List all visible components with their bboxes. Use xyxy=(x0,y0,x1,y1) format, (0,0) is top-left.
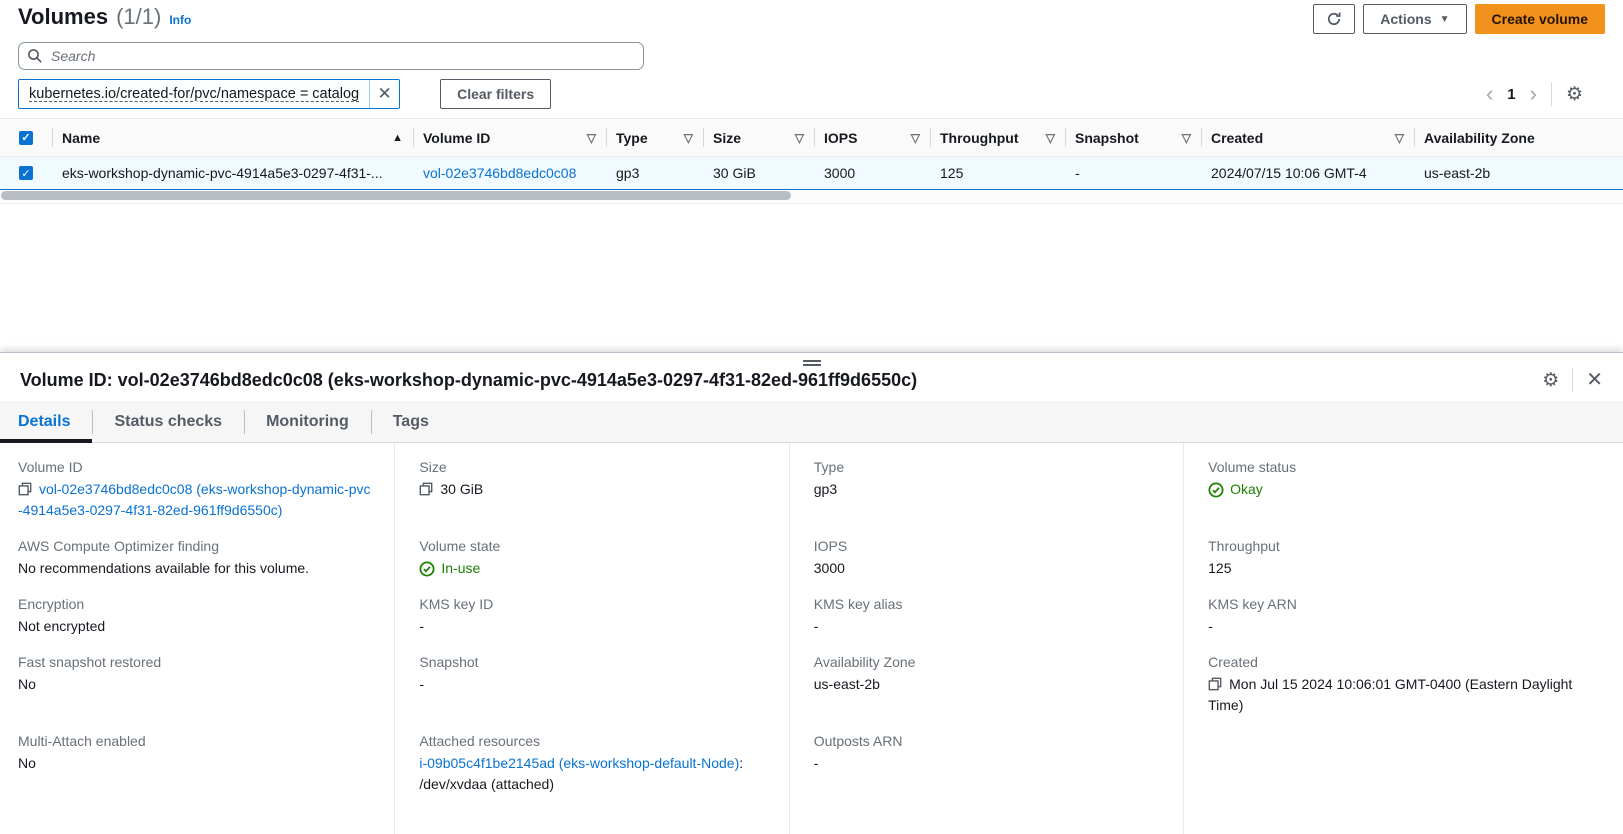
field-volume-state: Volume state In-use xyxy=(419,536,768,594)
clear-filters-button[interactable]: Clear filters xyxy=(440,79,551,109)
field-compute-optimizer: AWS Compute Optimizer finding No recomme… xyxy=(18,536,374,594)
field-size: Size 30 GiB xyxy=(419,457,768,536)
filter-tag-label: kubernetes.io/created-for/pvc/namespace … xyxy=(19,80,369,108)
status-ok-icon xyxy=(419,561,435,577)
column-header-type[interactable]: Type▽ xyxy=(606,119,703,157)
page-number[interactable]: 1 xyxy=(1507,86,1515,103)
column-header-name[interactable]: Name▲ xyxy=(52,119,413,157)
column-header-size[interactable]: Size▽ xyxy=(703,119,814,157)
sort-ascending-icon: ▲ xyxy=(392,132,403,144)
row-checkbox[interactable]: ✓ xyxy=(19,166,33,180)
details-content: Volume ID vol-02e3746bd8edc0c08 (eks-wor… xyxy=(0,443,1623,834)
attached-device: /dev/xvdaa (attached) xyxy=(419,774,768,795)
page-title: Volumes xyxy=(18,4,108,30)
volume-id-link[interactable]: vol-02e3746bd8edc0c08 xyxy=(423,165,576,181)
refresh-icon xyxy=(1326,11,1342,27)
actions-button[interactable]: Actions ▼ xyxy=(1363,4,1466,34)
filter-tag-remove-icon[interactable]: ✕ xyxy=(369,80,399,108)
panel-preferences-gear-icon[interactable]: ⚙ xyxy=(1542,371,1559,390)
status-ok-icon xyxy=(1208,482,1224,498)
cell-snapshot: - xyxy=(1065,157,1201,190)
field-throughput: Throughput 125 xyxy=(1208,536,1603,594)
field-availability-zone: Availability Zone us-east-2b xyxy=(814,652,1163,731)
horizontal-scrollbar[interactable] xyxy=(0,191,1623,204)
refresh-button[interactable] xyxy=(1313,4,1355,34)
panel-tabs: Details Status checks Monitoring Tags xyxy=(0,401,1623,443)
chevron-right-icon[interactable]: › xyxy=(1530,83,1537,105)
field-type: Type gp3 xyxy=(814,457,1163,536)
cell-size: 30 GiB xyxy=(703,157,814,190)
created-value: Mon Jul 15 2024 10:06:01 GMT-0400 (Easte… xyxy=(1208,676,1572,713)
column-header-volume-id[interactable]: Volume ID▽ xyxy=(413,119,606,157)
cell-availability-zone: us-east-2b xyxy=(1414,157,1623,190)
header-actions: Actions ▼ Create volume xyxy=(1313,4,1605,34)
cell-type: gp3 xyxy=(606,157,703,190)
filter-tag: kubernetes.io/created-for/pvc/namespace … xyxy=(18,79,400,109)
field-snapshot: Snapshot - xyxy=(419,652,768,731)
search-icon xyxy=(27,48,43,64)
tab-monitoring[interactable]: Monitoring xyxy=(244,401,371,442)
field-iops: IOPS 3000 xyxy=(814,536,1163,594)
field-multi-attach: Multi-Attach enabled No xyxy=(18,731,374,774)
sort-icon: ▽ xyxy=(1395,131,1404,145)
tab-details[interactable]: Details xyxy=(0,401,92,442)
volumes-table: ✓ Name▲ Volume ID▽ Type▽ Size▽ IOPS▽ Thr… xyxy=(0,118,1623,190)
divider xyxy=(1551,82,1552,106)
field-attached-resources: Attached resources i-09b05c4f1be2145ad (… xyxy=(419,731,768,795)
copy-icon[interactable] xyxy=(1208,677,1222,691)
cell-created: 2024/07/15 10:06 GMT-4 xyxy=(1201,157,1414,190)
field-created: Created Mon Jul 15 2024 10:06:01 GMT-040… xyxy=(1208,652,1603,716)
attached-instance-link[interactable]: i-09b05c4f1be2145ad (eks-workshop-defaul… xyxy=(419,755,739,771)
split-panel-title: Volume ID: vol-02e3746bd8edc0c08 (eks-wo… xyxy=(20,370,917,391)
sort-icon: ▽ xyxy=(587,131,596,145)
table-header-row: ✓ Name▲ Volume ID▽ Type▽ Size▽ IOPS▽ Thr… xyxy=(0,119,1623,157)
field-kms-key-arn: KMS key ARN - xyxy=(1208,594,1603,652)
split-panel-drag-handle-icon[interactable] xyxy=(797,356,827,370)
table-row[interactable]: ✓ eks-workshop-dynamic-pvc-4914a5e3-0297… xyxy=(0,157,1623,190)
volume-status-value: Okay xyxy=(1230,479,1263,500)
field-encryption: Encryption Not encrypted xyxy=(18,594,374,652)
field-volume-status: Volume status Okay xyxy=(1208,457,1603,536)
column-header-availability-zone[interactable]: Availability Zone xyxy=(1414,119,1623,157)
sort-icon: ▽ xyxy=(911,131,920,145)
pagination: ‹ 1 › ⚙ xyxy=(1486,82,1605,106)
resource-count: (1/1) xyxy=(116,4,161,30)
field-kms-key-id: KMS key ID - xyxy=(419,594,768,652)
sort-icon: ▽ xyxy=(684,131,693,145)
column-header-snapshot[interactable]: Snapshot▽ xyxy=(1065,119,1201,157)
field-kms-key-alias: KMS key alias - xyxy=(814,594,1163,652)
column-header-throughput[interactable]: Throughput▽ xyxy=(930,119,1065,157)
sort-icon: ▽ xyxy=(795,131,804,145)
actions-button-label: Actions xyxy=(1380,11,1431,27)
cell-throughput: 125 xyxy=(930,157,1065,190)
search-box xyxy=(18,42,644,70)
caret-down-icon: ▼ xyxy=(1440,14,1450,25)
field-fast-snapshot-restored: Fast snapshot restored No xyxy=(18,652,374,731)
create-volume-button[interactable]: Create volume xyxy=(1475,4,1605,34)
copy-icon[interactable] xyxy=(419,482,433,496)
column-header-created[interactable]: Created▽ xyxy=(1201,119,1414,157)
column-header-iops[interactable]: IOPS▽ xyxy=(814,119,930,157)
panel-close-icon[interactable]: ✕ xyxy=(1586,370,1603,390)
field-volume-id: Volume ID vol-02e3746bd8edc0c08 (eks-wor… xyxy=(18,457,374,536)
cell-iops: 3000 xyxy=(814,157,930,190)
table-preferences-gear-icon[interactable]: ⚙ xyxy=(1566,85,1583,104)
volume-id-detail-link[interactable]: vol-02e3746bd8edc0c08 (eks-workshop-dyna… xyxy=(18,481,371,518)
info-link[interactable]: Info xyxy=(169,13,191,27)
tab-status-checks[interactable]: Status checks xyxy=(92,401,244,442)
search-input[interactable] xyxy=(18,42,644,70)
field-outposts-arn: Outposts ARN - xyxy=(814,731,1163,774)
volume-state-value: In-use xyxy=(441,558,480,579)
cell-name: eks-workshop-dynamic-pvc-4914a5e3-0297-4… xyxy=(52,157,413,190)
sort-icon: ▽ xyxy=(1182,131,1191,145)
page-header: Volumes (1/1) Info Actions ▼ Create volu… xyxy=(0,0,1623,34)
tab-tags[interactable]: Tags xyxy=(371,401,451,442)
divider xyxy=(1572,368,1573,392)
split-panel: Volume ID: vol-02e3746bd8edc0c08 (eks-wo… xyxy=(0,352,1623,834)
select-all-checkbox[interactable]: ✓ xyxy=(19,131,33,145)
sort-icon: ▽ xyxy=(1046,131,1055,145)
copy-icon[interactable] xyxy=(18,482,32,496)
chevron-left-icon[interactable]: ‹ xyxy=(1486,83,1493,105)
scrollbar-thumb[interactable] xyxy=(1,191,791,200)
